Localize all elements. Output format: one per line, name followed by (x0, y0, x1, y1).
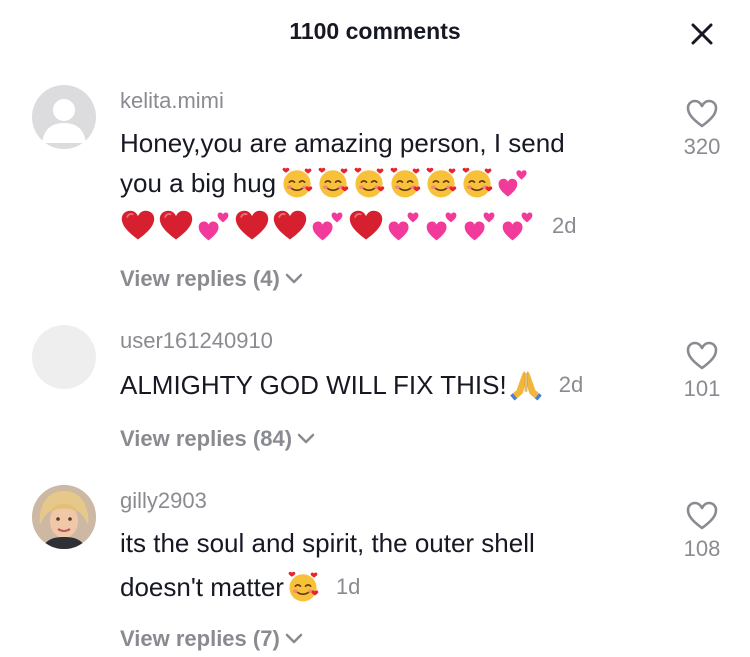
two-hearts-icon (386, 208, 422, 244)
chevron-down-icon (297, 433, 315, 444)
avatar[interactable] (32, 85, 96, 149)
heart-outline-icon[interactable] (685, 500, 719, 532)
two-hearts-icon (500, 208, 536, 244)
folded-hands-icon (509, 368, 543, 402)
default-avatar-icon (42, 99, 86, 143)
smiling-face-with-hearts-icon (280, 166, 314, 200)
two-hearts-icon (424, 208, 460, 244)
like-control[interactable]: 101 (672, 340, 732, 402)
comment-text-line: its the soul and spirit, the outer shell (120, 528, 535, 559)
comment-text-line: you a big hug (120, 166, 532, 200)
comment-text: its the soul and spirit, the outer shell (120, 528, 535, 558)
chevron-down-icon (285, 273, 303, 284)
two-hearts-icon (462, 208, 498, 244)
comment-item: kelita.mimi Honey,you are amazing person… (0, 0, 750, 300)
avatar[interactable] (32, 485, 96, 549)
avatar[interactable] (32, 325, 96, 389)
like-control[interactable]: 320 (672, 98, 732, 160)
red-heart-icon (120, 208, 156, 244)
view-replies-label: View replies (84) (120, 426, 293, 451)
user-photo-icon (32, 485, 96, 549)
comment-username[interactable]: user161240910 (120, 328, 273, 354)
comment-text: Honey,you are amazing person, I send (120, 128, 565, 158)
comment-text-line: ALMIGHTY GOD WILL FIX THIS! 2d (120, 368, 583, 402)
smiling-face-with-hearts-icon (286, 570, 320, 604)
comment-text-line: doesn't matter 1d (120, 570, 360, 604)
like-count: 101 (683, 376, 721, 401)
comment-time: 2d (558, 372, 584, 397)
chevron-down-icon (285, 633, 303, 644)
comment-username[interactable]: gilly2903 (120, 488, 207, 514)
view-replies-button[interactable]: View replies (4) (120, 266, 304, 292)
smiling-face-with-hearts-icon (388, 166, 422, 200)
red-heart-icon (158, 208, 194, 244)
comment-text: ALMIGHTY GOD WILL FIX THIS! (120, 369, 507, 400)
comment-time: 2d (552, 213, 577, 238)
comment-text-line: Honey,you are amazing person, I send (120, 128, 565, 159)
red-heart-icon (234, 208, 270, 244)
view-replies-button[interactable]: View replies (7) (120, 626, 304, 652)
comment-text: doesn't matter (120, 571, 284, 602)
comment-time: 1d (335, 574, 361, 599)
like-control[interactable]: 108 (672, 500, 732, 562)
two-hearts-icon (310, 208, 346, 244)
comment-username[interactable]: kelita.mimi (120, 88, 224, 114)
red-heart-icon (348, 208, 384, 244)
smiling-face-with-hearts-icon (424, 166, 458, 200)
like-count: 108 (683, 536, 721, 561)
like-count: 320 (683, 134, 721, 159)
comment-item: user161240910 ALMIGHTY GOD WILL FIX THIS… (0, 300, 750, 470)
smiling-face-with-hearts-icon (460, 166, 494, 200)
view-replies-button[interactable]: View replies (84) (120, 426, 316, 452)
comment-text: you a big hug (120, 167, 277, 198)
red-heart-icon (272, 208, 308, 244)
heart-outline-icon[interactable] (685, 98, 719, 130)
two-hearts-icon (496, 166, 530, 200)
view-replies-label: View replies (7) (120, 626, 280, 651)
smiling-face-with-hearts-icon (352, 166, 386, 200)
view-replies-label: View replies (4) (120, 266, 280, 291)
smiling-face-with-hearts-icon (316, 166, 350, 200)
comment-item: gilly2903 its the soul and spirit, the o… (0, 470, 750, 657)
two-hearts-icon (196, 208, 232, 244)
comment-emoji-line: 2d (120, 208, 576, 244)
heart-outline-icon[interactable] (685, 340, 719, 372)
